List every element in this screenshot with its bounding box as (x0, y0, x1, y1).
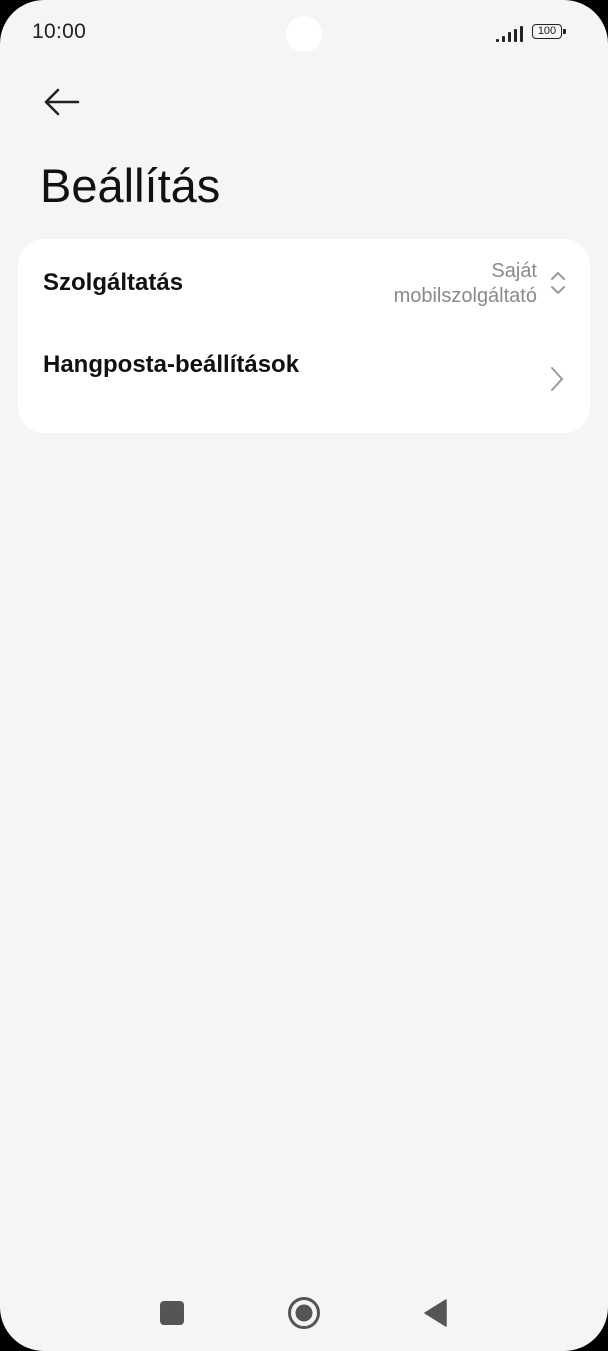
phone-screen: 10:00 100 Beállítás Szolgáltatás Saját m… (0, 0, 608, 1351)
service-value-line2: mobilszolgáltató (393, 285, 537, 307)
status-bar: 10:00 100 (0, 0, 608, 66)
battery-icon: 100 (532, 24, 566, 41)
arrow-left-icon (44, 88, 80, 116)
page-title: Beállítás (40, 159, 221, 212)
home-button[interactable] (287, 1296, 321, 1330)
voicemail-settings-row[interactable]: Hangposta-beállítások (18, 331, 590, 433)
nav-back-button[interactable] (423, 1299, 447, 1327)
status-time: 10:00 (32, 20, 87, 43)
battery-level: 100 (532, 24, 562, 39)
recent-apps-button[interactable] (160, 1301, 184, 1325)
signal-strength-icon (496, 26, 523, 42)
chevron-right-icon (551, 367, 563, 391)
service-setting-row[interactable]: Szolgáltatás Saját mobilszolgáltató (18, 239, 590, 331)
service-value: Saját mobilszolgáltató (317, 259, 537, 309)
chevron-up-down-icon (551, 272, 565, 294)
voicemail-settings-label: Hangposta-beállítások (43, 351, 300, 378)
service-label: Szolgáltatás (43, 269, 184, 296)
service-value-line1: Saját (491, 260, 537, 282)
camera-cutout (286, 16, 322, 52)
back-button[interactable] (36, 80, 84, 124)
settings-card: Szolgáltatás Saját mobilszolgáltató Hang… (18, 239, 590, 433)
